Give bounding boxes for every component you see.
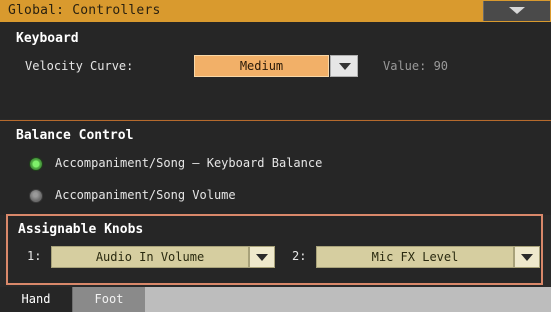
radio-balance-volume-label[interactable]: Accompaniment/Song Volume (55, 188, 236, 202)
tab-foot[interactable]: Foot (72, 287, 145, 312)
balance-control-section: Balance Control Accompaniment/Song – Key… (0, 120, 551, 215)
knob-2-label: 2: (292, 249, 307, 263)
knob-2-select[interactable]: Mic FX Level (316, 246, 514, 268)
knob-1-dropdown-button[interactable] (249, 246, 275, 268)
keyboard-section: Keyboard Velocity Curve: Medium Value: 9… (0, 22, 551, 119)
velocity-curve-select[interactable]: Medium (194, 55, 329, 77)
radio-balance-keyboard[interactable] (29, 157, 43, 171)
tab-hand[interactable]: Hand (0, 287, 72, 312)
radio-balance-volume[interactable] (29, 189, 43, 203)
knob-1-label: 1: (27, 249, 42, 263)
knob-1-select[interactable]: Audio In Volume (51, 246, 249, 268)
velocity-curve-label: Velocity Curve: (25, 59, 134, 73)
balance-control-title: Balance Control (16, 128, 134, 143)
knob-2-dropdown-button[interactable] (514, 246, 540, 268)
tab-bar: Hand Foot (0, 287, 551, 312)
menu-arrow-icon (509, 7, 525, 14)
velocity-curve-dropdown-button[interactable] (330, 55, 358, 77)
radio-balance-keyboard-label[interactable]: Accompaniment/Song – Keyboard Balance (55, 156, 322, 170)
assignable-knobs-title: Assignable Knobs (18, 222, 144, 237)
chevron-down-icon (256, 254, 268, 261)
chevron-down-icon (521, 254, 533, 261)
page-menu-button[interactable] (483, 1, 550, 21)
assignable-knobs-section: Assignable Knobs 1: Audio In Volume 2: M… (6, 214, 543, 285)
velocity-value-readout: Value: 90 (383, 59, 449, 73)
page-title: Global: Controllers (8, 3, 161, 18)
chevron-down-icon (339, 63, 351, 70)
keyboard-section-title: Keyboard (16, 31, 79, 46)
title-bar: Global: Controllers (0, 0, 551, 22)
